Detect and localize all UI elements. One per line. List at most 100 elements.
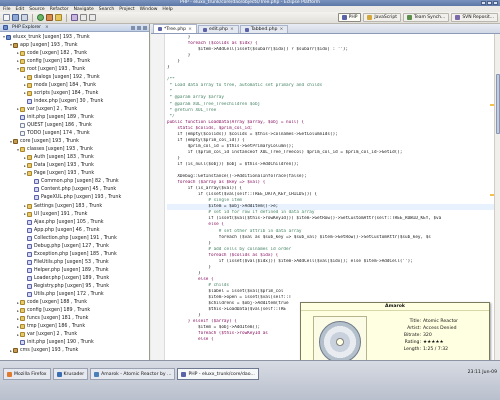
open-folder-icon[interactable]	[55, 14, 62, 21]
package-icon	[13, 348, 18, 354]
php-file-icon	[158, 27, 162, 31]
perspective-button[interactable]: PHP	[337, 13, 362, 22]
tree-item[interactable]: ▸ UI [uxgen] 191 , Trunk	[0, 210, 149, 218]
tree-item[interactable]: Content.php [uxgen] 45 , Trunk	[0, 186, 149, 194]
tree-item[interactable]: ▾ root [uxgen] 193 , Trunk	[0, 65, 149, 73]
tree-item[interactable]: Debug.php [uxgen] 127 , Trunk	[0, 242, 149, 250]
tree-item[interactable]: ▸ scripts [uxgen] 184 , Trunk	[0, 89, 149, 97]
menu-item-edit[interactable]: Edit	[16, 7, 25, 12]
tree-item[interactable]: ▾ eluxx_trunk [uxgen] 193 , Trunk	[0, 33, 149, 41]
tree-item[interactable]: ▸ tmp [uxgen] 186 , Trunk	[0, 323, 149, 331]
perspective-button[interactable]: SVN Reposit...	[451, 13, 498, 22]
perspective-button[interactable]: Team Synch...	[402, 13, 450, 22]
tree-item[interactable]: Registry.php [uxgen] 95 , Trunk	[0, 282, 149, 290]
vertical-scrollbar[interactable]	[494, 34, 500, 360]
search-icon[interactable]	[71, 14, 78, 21]
tree-item[interactable]: ▾ app [uxgen] 193 , Trunk	[0, 41, 149, 49]
tree-item[interactable]: ▸ config [uxgen] 189 , Trunk	[0, 57, 149, 65]
php-explorer-tab[interactable]: PHP Explorer ×	[0, 24, 149, 32]
forward-arrow-icon[interactable]	[89, 14, 96, 21]
tree-item[interactable]: Ajax.php [uxgen] 105 , Trunk	[0, 218, 149, 226]
back-arrow-icon[interactable]	[80, 14, 87, 21]
window-controls	[481, 1, 498, 5]
close-icon[interactable]: ×	[279, 27, 283, 32]
editor-tab[interactable]: *Tree.php ×	[153, 24, 197, 33]
close-icon[interactable]: ×	[188, 27, 192, 32]
scrollbar-thumb[interactable]	[496, 74, 500, 134]
taskbar-button[interactable]: PHP - eluxx_trunk/core/dao...	[177, 368, 259, 380]
tree-item[interactable]: ▸ var [uxgen] 2 , Trunk	[0, 105, 149, 113]
folder-icon	[27, 203, 32, 209]
folder-icon	[20, 316, 25, 322]
app-icon	[181, 371, 187, 377]
tree-item[interactable]: Common.php [uxgen] 82 , Trunk	[0, 178, 149, 186]
main-toolbar: PHP JavaScript Team Synch... SVN Reposit...	[0, 12, 500, 24]
tree-item[interactable]: ▾ classes [uxgen] 193 , Trunk	[0, 146, 149, 154]
tree-item[interactable]: ▸ Data [uxgen] 193 , Trunk	[0, 162, 149, 170]
print-icon[interactable]	[21, 14, 28, 21]
taskbar-button[interactable]: Mozilla Firefox	[3, 368, 51, 380]
tree-item[interactable]: App.php [uxgen] 46 , Trunk	[0, 226, 149, 234]
php-file-icon	[34, 195, 39, 201]
tree-item[interactable]: PageXUL.php [uxgen] 193 , Trunk	[0, 194, 149, 202]
editor-tab[interactable]: edit.php ×	[197, 25, 239, 33]
minimize-button[interactable]	[481, 1, 486, 5]
tree-item[interactable]: ▾ Page [uxgen] 193 , Trunk	[0, 170, 149, 178]
close-icon[interactable]: ×	[45, 25, 49, 30]
php-file-icon	[27, 292, 32, 298]
track-meta-key: Artist:	[407, 326, 421, 331]
php-file-icon	[27, 243, 32, 249]
tree-item[interactable]: QUEST [uxgen] 186 , Trunk	[0, 122, 149, 130]
close-icon[interactable]: ×	[230, 27, 234, 32]
tree-item[interactable]: init.php [uxgen] 190 , Trunk	[0, 339, 149, 347]
menu-item-window[interactable]: Window	[140, 7, 158, 12]
tree-item[interactable]: Exception.php [uxgen] 185 , Trunk	[0, 250, 149, 258]
view-menu-icon[interactable]	[143, 25, 147, 30]
menu-item-search[interactable]: Search	[99, 7, 114, 12]
menu-item-source[interactable]: Source	[29, 7, 44, 12]
tree-item[interactable]: ▸ Settings [uxgen] 183 , Trunk	[0, 202, 149, 210]
taskbar-button[interactable]: Krusader	[52, 368, 89, 380]
menu-item-refactor[interactable]: Refactor	[50, 7, 69, 12]
file-icon	[20, 131, 25, 137]
tree-item[interactable]: ▸ code [uxgen] 188 , Trunk	[0, 299, 149, 307]
tree-item[interactable]: ▸ var [uxgen] 2 , Trunk	[0, 331, 149, 339]
php-explorer-icon	[3, 25, 8, 30]
tree-item[interactable]: Collection.php [uxgen] 191 , Trunk	[0, 234, 149, 242]
save-icon[interactable]	[12, 14, 19, 21]
tree-item[interactable]: ▸ config [uxgen] 189 , Trunk	[0, 307, 149, 315]
perspective-button[interactable]: JavaScript	[363, 13, 401, 22]
new-file-icon[interactable]	[3, 14, 10, 21]
tree-item[interactable]: Helper.php [uxgen] 189 , Trunk	[0, 266, 149, 274]
maximize-button[interactable]	[487, 1, 492, 5]
menu-item-file[interactable]: File	[3, 7, 11, 12]
tree-item[interactable]: init.php [uxgen] 189 , Trunk	[0, 113, 149, 121]
menu-item-navigate[interactable]: Navigate	[74, 7, 94, 12]
app-icon	[94, 371, 100, 377]
tree-item[interactable]: ▸ dialogs [uxgen] 192 , Trunk	[0, 73, 149, 81]
link-editor-icon[interactable]	[137, 25, 141, 30]
tree-item[interactable]: ▸ Auth [uxgen] 183 , Trunk	[0, 154, 149, 162]
taskbar-button-label: PHP - eluxx_trunk/core/dao...	[188, 371, 255, 377]
tree-item[interactable]: Loader.php [uxgen] 189 , Trunk	[0, 274, 149, 282]
tree-item[interactable]: ▸ modx [uxgen] 184 , Trunk	[0, 81, 149, 89]
tree-item[interactable]: ▸ funcs [uxgen] 181 , Trunk	[0, 315, 149, 323]
tree-item[interactable]: FileUtils.php [uxgen] 53 , Trunk	[0, 258, 149, 266]
collapse-all-icon[interactable]	[131, 25, 135, 30]
tree-item[interactable]: Utils.php [uxgen] 172 , Trunk	[0, 291, 149, 299]
tree-item[interactable]: ▸ code [uxgen] 182 , Trunk	[0, 49, 149, 57]
debug-icon[interactable]	[46, 14, 53, 21]
run-icon[interactable]	[37, 14, 44, 21]
editor-tab[interactable]: Tabbed.php ×	[239, 25, 289, 33]
menu-item-project[interactable]: Project	[119, 7, 134, 12]
tree-item[interactable]: ▸ cms [uxgen] 193 , Trunk	[0, 347, 149, 355]
taskbar-button-label: Amarok - Atomic Reactor by ...	[101, 371, 172, 377]
menu-item-help[interactable]: Help	[162, 7, 172, 12]
close-button[interactable]	[493, 1, 498, 5]
tree-item[interactable]: ▾ core [uxgen] 193 , Trunk	[0, 138, 149, 146]
tree-item[interactable]: index.php [uxgen] 30 , Trunk	[0, 97, 149, 105]
tree-item[interactable]: TODO [uxgen] 174 , Trunk	[0, 130, 149, 138]
folder-icon	[20, 308, 25, 314]
taskbar-button[interactable]: Amarok - Atomic Reactor by ...	[90, 368, 176, 380]
app-icon	[7, 371, 12, 377]
